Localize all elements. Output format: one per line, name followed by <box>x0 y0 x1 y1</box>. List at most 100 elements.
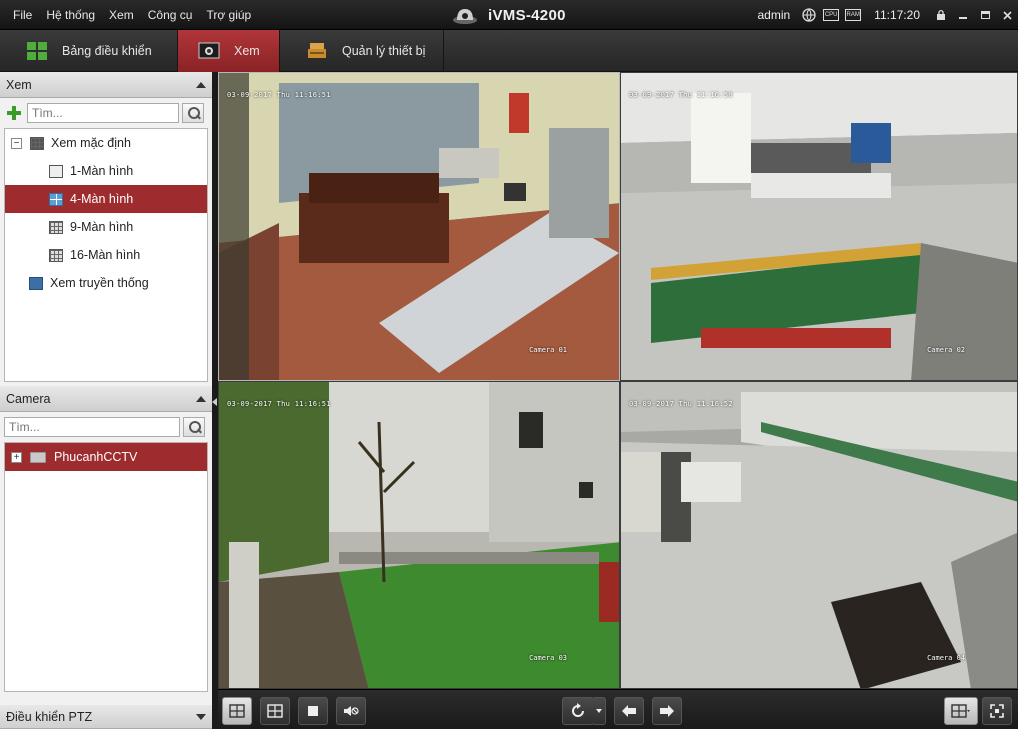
tab-control-panel[interactable]: Bảng điều khiển <box>0 30 178 72</box>
left-panel: Xem − Xem mặc định 1-Màn hình 4-Màn hình… <box>0 72 212 729</box>
user-name[interactable]: admin <box>757 8 790 22</box>
camera-section-header[interactable]: Camera <box>0 386 212 412</box>
camera-feed-3 <box>219 382 619 688</box>
tree-item-custom-view[interactable]: Xem truyền thống <box>5 269 207 297</box>
view-group-icon <box>30 136 44 150</box>
maximize-icon[interactable] <box>974 4 996 26</box>
collapse-up-icon[interactable] <box>196 395 206 402</box>
camera-group-label: PhucanhCCTV <box>54 450 138 464</box>
tab-live-view-label: Xem <box>234 44 260 58</box>
tree-item-16-screen[interactable]: 16-Màn hình <box>5 241 207 269</box>
folder-icon <box>30 451 46 463</box>
video-cell-3[interactable]: 03-09-2017 Thu 11:16:51 Camera 03 <box>218 381 620 689</box>
camera-timestamp: 03-09-2017 Thu 11:16:52 <box>629 400 733 408</box>
tree-item-9-screen-label: 9-Màn hình <box>70 220 134 234</box>
tab-control-panel-label: Bảng điều khiển <box>62 44 152 58</box>
mute-icon[interactable] <box>336 697 366 725</box>
window-division-icon[interactable] <box>944 697 978 725</box>
custom-view-icon <box>29 276 43 290</box>
tree-item-16-screen-label: 16-Màn hình <box>70 248 141 262</box>
video-cell-4[interactable]: 03-09-2017 Thu 11:16:52 Camera 04 <box>620 381 1018 689</box>
view-search-input[interactable] <box>27 103 179 123</box>
camera-tree: + PhucanhCCTV <box>4 442 208 692</box>
title-bar: File Hệ thống Xem Công cụ Trợ giúp iVMS-… <box>0 0 1018 30</box>
camera-timestamp: 03-09-2017 Thu 11:16:50 <box>629 91 733 99</box>
single-screen-icon <box>49 164 63 178</box>
tab-live-view[interactable]: Xem <box>178 30 280 72</box>
lock-icon[interactable] <box>930 4 952 26</box>
next-icon[interactable] <box>652 697 682 725</box>
tree-item-1-screen[interactable]: 1-Màn hình <box>5 157 207 185</box>
camera-logo-icon <box>452 5 478 25</box>
menu-tools[interactable]: Công cụ <box>141 0 200 30</box>
tree-item-1-screen-label: 1-Màn hình <box>70 164 134 178</box>
view-section-title: Xem <box>6 77 32 92</box>
camera-name: Camera 03 <box>529 654 567 662</box>
view-search-icon[interactable] <box>182 103 204 123</box>
menu-help[interactable]: Trợ giúp <box>199 0 258 30</box>
camera-search-icon[interactable] <box>183 417 205 437</box>
chevron-down-icon[interactable] <box>592 697 606 725</box>
collapse-up-icon[interactable] <box>196 81 206 88</box>
menu-file[interactable]: File <box>6 0 39 30</box>
minimize-icon[interactable] <box>952 4 974 26</box>
tree-item-4-screen[interactable]: 4-Màn hình <box>5 185 207 213</box>
camera-feed-4 <box>621 382 1017 688</box>
live-view-icon <box>198 41 220 61</box>
bottom-toolbar <box>218 689 1018 729</box>
camera-name: Camera 02 <box>927 346 965 354</box>
tree-item-4-screen-label: 4-Màn hình <box>70 192 134 206</box>
quad-screen-icon <box>49 192 63 206</box>
video-cell-2[interactable]: 03-09-2017 Thu 11:16:50 Camera 02 <box>620 72 1018 381</box>
globe-icon[interactable] <box>800 7 818 23</box>
menu-bar: File Hệ thống Xem Công cụ Trợ giúp <box>0 0 258 30</box>
collapse-minus-icon[interactable]: − <box>11 137 22 149</box>
app-title: iVMS-4200 <box>452 0 566 30</box>
camera-name: Camera 01 <box>529 346 567 354</box>
cpu-label: CPU <box>823 9 840 21</box>
app-name: iVMS-4200 <box>488 6 566 24</box>
stop-all-icon[interactable] <box>298 697 328 725</box>
module-tabs: Bảng điều khiển Xem Quản lý thiết bị <box>0 30 1018 72</box>
camera-section-title: Camera <box>6 391 51 406</box>
cpu-icon: CPU <box>822 7 840 23</box>
video-grid: 03-09-2017 Thu 11:16:51 Camera 01 03-09-… <box>218 72 1018 689</box>
add-view-icon[interactable] <box>4 103 24 123</box>
camera-group-item[interactable]: + PhucanhCCTV <box>5 443 207 471</box>
sixteen-screen-icon <box>49 248 63 262</box>
video-cell-1[interactable]: 03-09-2017 Thu 11:16:51 Camera 01 <box>218 72 620 381</box>
menu-view[interactable]: Xem <box>102 0 141 30</box>
cycle-icon[interactable] <box>562 697 594 725</box>
camera-feed-2 <box>621 73 1017 380</box>
expand-down-icon[interactable] <box>196 713 206 720</box>
layout-icon[interactable] <box>260 697 290 725</box>
previous-icon[interactable] <box>614 697 644 725</box>
ptz-section-header[interactable]: Điều khiển PTZ <box>0 705 212 729</box>
camera-timestamp: 03-09-2017 Thu 11:16:51 <box>227 91 331 99</box>
clock: 11:17:20 <box>874 8 920 22</box>
tree-item-default-views-label: Xem mặc định <box>51 136 131 150</box>
tree-item-custom-view-label: Xem truyền thống <box>50 276 149 290</box>
control-panel-icon <box>26 41 48 61</box>
camera-search-input[interactable] <box>4 417 180 437</box>
tab-device-management-label: Quản lý thiết bị <box>342 44 426 58</box>
view-section-header[interactable]: Xem <box>0 72 212 98</box>
camera-timestamp: 03-09-2017 Thu 11:16:51 <box>227 400 331 408</box>
camera-name: Camera 04 <box>927 654 965 662</box>
ptz-section-title: Điều khiển PTZ <box>6 709 93 724</box>
device-management-icon <box>306 41 328 61</box>
tree-item-default-views[interactable]: − Xem mặc định <box>5 129 207 157</box>
tree-item-9-screen[interactable]: 9-Màn hình <box>5 213 207 241</box>
ram-icon: RAM <box>844 7 862 23</box>
camera-feed-1 <box>219 73 619 380</box>
nine-screen-icon <box>49 220 63 234</box>
view-tree: − Xem mặc định 1-Màn hình 4-Màn hình 9-M… <box>4 128 208 382</box>
save-view-icon[interactable] <box>222 697 252 725</box>
view-search-row <box>0 98 212 128</box>
expand-plus-icon[interactable]: + <box>11 451 22 463</box>
ram-label: RAM <box>845 9 862 21</box>
tab-device-management[interactable]: Quản lý thiết bị <box>280 30 444 72</box>
close-icon[interactable] <box>996 4 1018 26</box>
menu-system[interactable]: Hệ thống <box>39 0 102 30</box>
fullscreen-icon[interactable] <box>982 697 1012 725</box>
